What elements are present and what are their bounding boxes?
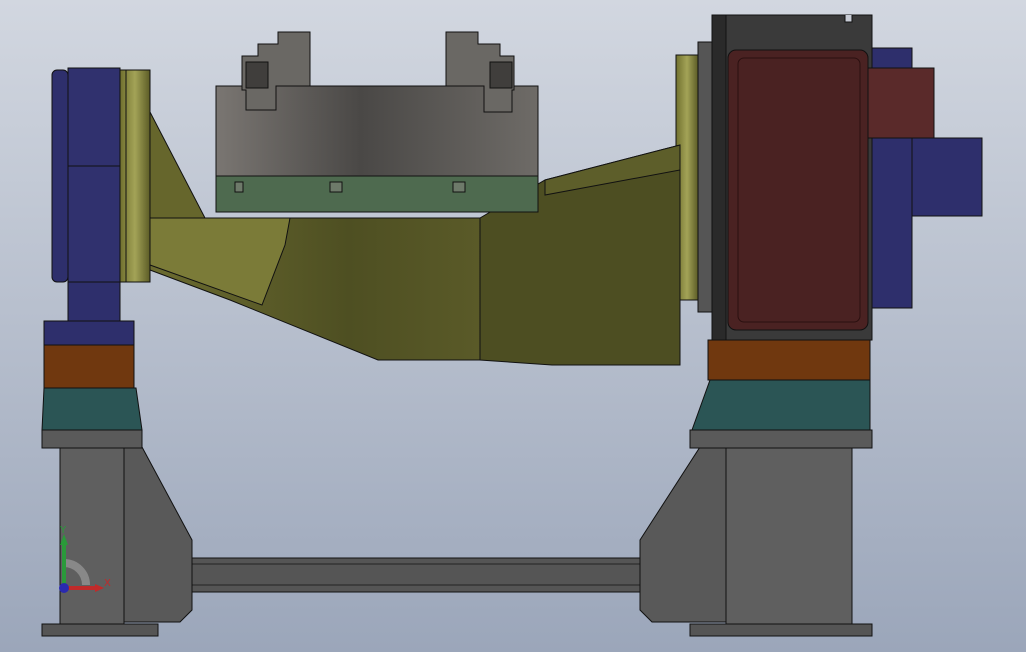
right-brown-box[interactable]: [867, 67, 935, 139]
triad-z-origin: [59, 583, 69, 593]
left-navy-collar[interactable]: [43, 320, 135, 346]
chuck-green-plate[interactable]: [215, 175, 539, 213]
left-navy-drum[interactable]: [67, 67, 121, 283]
right-teal-block[interactable]: [691, 379, 871, 431]
graphics-viewport[interactable]: Y X: [0, 0, 1026, 652]
left-headstock[interactable]: [41, 67, 151, 431]
left-teal-block[interactable]: [41, 387, 143, 431]
right-motor-plate[interactable]: [727, 49, 869, 331]
right-navy-box[interactable]: [911, 137, 983, 217]
cad-canvas[interactable]: Y X: [0, 0, 1026, 652]
left-top-plate[interactable]: [41, 429, 143, 449]
triad-y-label: Y: [59, 525, 67, 536]
right-top-plate[interactable]: [689, 429, 873, 449]
left-flange[interactable]: [119, 69, 151, 283]
left-navy-disc[interactable]: [51, 69, 69, 283]
right-brown-block[interactable]: [707, 339, 871, 381]
left-brown-block[interactable]: [43, 344, 135, 389]
left-foot-plate[interactable]: [41, 623, 159, 637]
cross-beam[interactable]: [119, 557, 731, 593]
triad-x-label: X: [104, 578, 111, 589]
right-foot-plate[interactable]: [689, 623, 873, 637]
